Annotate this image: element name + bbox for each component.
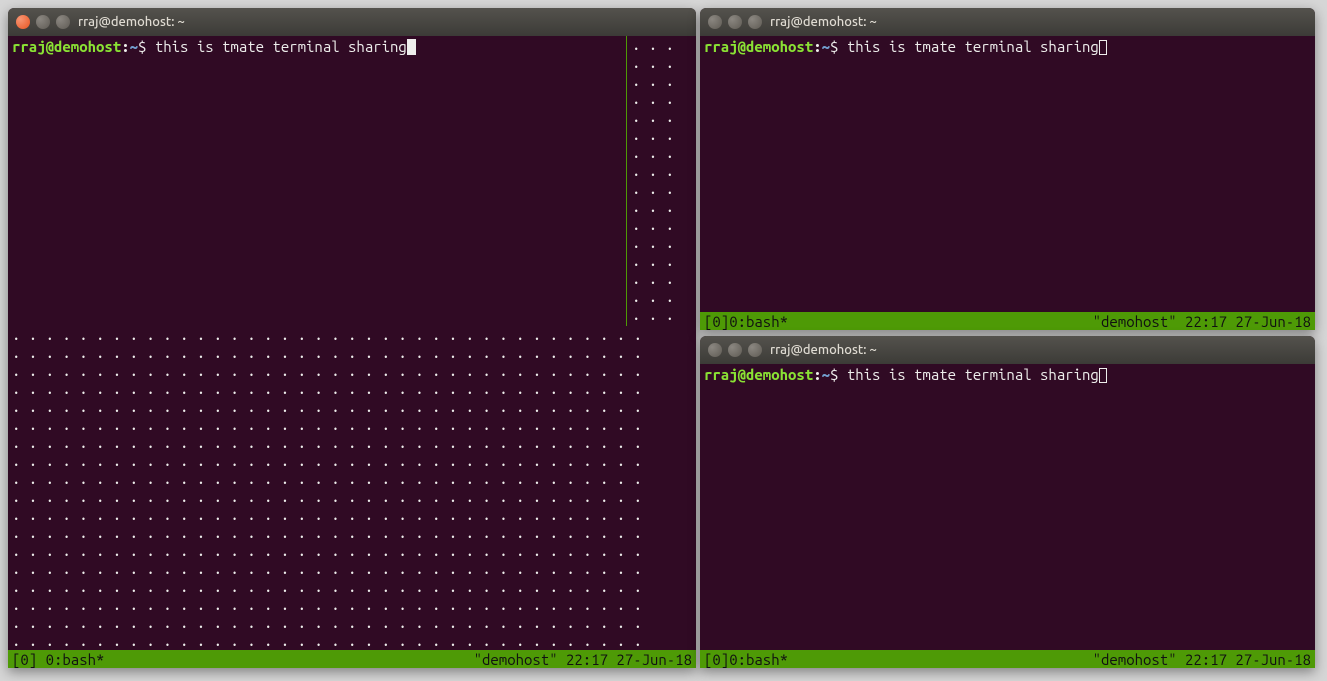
close-icon[interactable] [708,343,722,357]
inactive-region-bottom: . . . . . . . . . . . . . . . . . . . . … [12,326,692,648]
prompt-user: rraj@demohost [704,38,813,55]
terminal-body[interactable]: rraj@demohost:~$ this is tmate terminal … [8,36,696,668]
prompt-colon: : [813,38,821,55]
pane-divider [626,36,627,326]
command-text: this is tmate terminal sharing [838,366,1098,383]
window-controls [708,343,762,357]
command-text: this is tmate terminal sharing [146,38,406,55]
window-title: rraj@demohost: ~ [78,15,185,29]
statusbar-right: "demohost" 22:17 27-Jun-18 [1093,313,1311,330]
close-icon[interactable] [708,15,722,29]
maximize-icon[interactable] [748,15,762,29]
terminal-window-bottom-right[interactable]: rraj@demohost: ~ rraj@demohost:~$ this i… [700,336,1315,668]
cursor-icon [1099,368,1107,383]
inactive-region-right: . . . . . . . . . . . . . . . . . . . . … [632,36,696,324]
terminal-body[interactable]: rraj@demohost:~$ this is tmate terminal … [700,364,1315,668]
tmux-statusbar: [0]0:bash* "demohost" 22:17 27-Jun-18 [700,312,1315,330]
statusbar-left: [0] 0:bash* [12,651,104,668]
maximize-icon[interactable] [748,343,762,357]
prompt-colon: : [813,366,821,383]
window-controls [708,15,762,29]
minimize-icon[interactable] [728,15,742,29]
terminal-body[interactable]: rraj@demohost:~$ this is tmate terminal … [700,36,1315,330]
statusbar-right: "demohost" 22:17 27-Jun-18 [1093,651,1311,668]
prompt-path: ~ [130,38,138,55]
statusbar-left: [0]0:bash* [704,651,788,668]
close-icon[interactable] [16,15,30,29]
maximize-icon[interactable] [56,15,70,29]
window-controls [16,15,70,29]
terminal-content[interactable]: rraj@demohost:~$ this is tmate terminal … [700,36,1315,330]
terminal-content[interactable]: rraj@demohost:~$ this is tmate terminal … [700,364,1315,668]
prompt-path: ~ [822,366,830,383]
statusbar-right: "demohost" 22:17 27-Jun-18 [474,651,692,668]
tmux-statusbar: [0] 0:bash* "demohost" 22:17 27-Jun-18 [8,650,696,668]
statusbar-left: [0]0:bash* [704,313,788,330]
prompt-user: rraj@demohost [12,38,121,55]
prompt-path: ~ [822,38,830,55]
command-text: this is tmate terminal sharing [838,38,1098,55]
cursor-icon [407,39,416,55]
terminal-window-left[interactable]: rraj@demohost: ~ rraj@demohost:~$ this i… [8,8,696,668]
window-title: rraj@demohost: ~ [770,343,877,357]
window-title: rraj@demohost: ~ [770,15,877,29]
cursor-icon [1099,40,1107,55]
prompt-user: rraj@demohost [704,366,813,383]
minimize-icon[interactable] [728,343,742,357]
minimize-icon[interactable] [36,15,50,29]
terminal-window-top-right[interactable]: rraj@demohost: ~ rraj@demohost:~$ this i… [700,8,1315,330]
titlebar[interactable]: rraj@demohost: ~ [700,336,1315,364]
tmux-statusbar: [0]0:bash* "demohost" 22:17 27-Jun-18 [700,650,1315,668]
titlebar[interactable]: rraj@demohost: ~ [8,8,696,36]
titlebar[interactable]: rraj@demohost: ~ [700,8,1315,36]
prompt-colon: : [121,38,129,55]
